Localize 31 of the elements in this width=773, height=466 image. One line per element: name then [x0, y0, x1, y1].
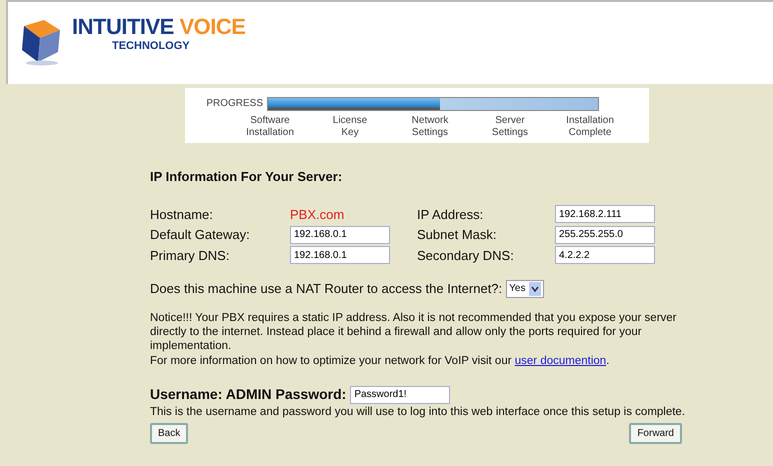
field-label: Hostname: — [150, 206, 214, 224]
notice-text: Notice!!! Your PBX requires a static IP address. Also it is not recommended that you expose your server directly to the internet. Instead place it behind a firewall and allow only the ports required for your implementation. — [150, 310, 678, 354]
info-text: For more information on how to optimize your network for VoIP visit our user documention. — [150, 354, 610, 368]
credentials-help: This is the username and password you will use to log into this web interface once this setup is complete. — [150, 405, 686, 420]
input-field[interactable]: 192.168.0.1 — [290, 246, 390, 264]
section-title: IP Information For Your Server: — [150, 168, 344, 186]
field-label: IP Address: — [417, 206, 484, 224]
password-field[interactable]: Password1! — [350, 386, 450, 404]
back-button[interactable]: Back — [150, 423, 188, 444]
nat-question: Does this machine use a NAT Router to access the Internet?: — [150, 280, 502, 298]
step-label: Software Installation — [245, 115, 295, 139]
logo-title: INTUITIVE VOICE — [72, 16, 246, 38]
step-label: Installation Complete — [565, 115, 615, 139]
documentation-link[interactable]: user documention — [514, 354, 606, 367]
input-field[interactable]: 192.168.2.111 — [555, 205, 655, 224]
step-label: License Key — [332, 115, 368, 139]
credentials-label: Username: ADMIN Password: — [150, 385, 346, 404]
input-field[interactable]: 255.255.255.0 — [555, 226, 655, 244]
step-label: Network Settings — [410, 115, 450, 139]
field-label: Secondary DNS: — [417, 246, 515, 265]
step-label: Server Settings — [490, 115, 530, 139]
nat-dropdown[interactable]: Yes — [506, 280, 544, 298]
field-label: Default Gateway: — [150, 226, 251, 244]
hostname-value: PBX.com — [290, 206, 346, 224]
forward-button[interactable]: Forward — [629, 423, 682, 444]
field-label: Subnet Mask: — [417, 226, 498, 244]
input-field[interactable]: 192.168.0.1 — [290, 226, 390, 244]
field-label: Primary DNS: — [150, 246, 230, 265]
logo-subtitle: TECHNOLOGY — [112, 39, 191, 54]
progress-label: PROGRESS — [205, 97, 264, 111]
input-field[interactable]: 4.2.2.2 — [555, 246, 655, 264]
